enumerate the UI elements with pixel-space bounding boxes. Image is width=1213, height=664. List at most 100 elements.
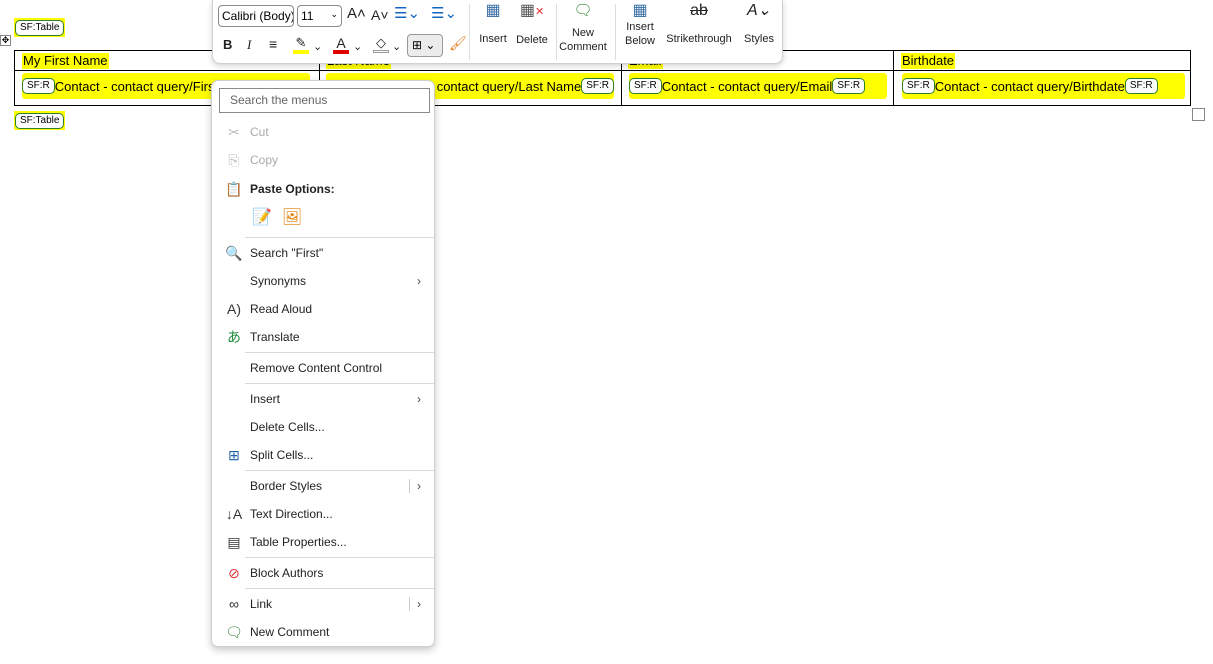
borders-icon: ⊞ [412,38,423,52]
menu-item-split-cells[interactable]: ⊞ Split Cells... [212,442,434,468]
styles-label: Styles [744,33,774,45]
link-icon: ∞ [229,596,239,612]
paste-keep-formatting-icon[interactable]: 📝 [252,207,272,227]
menu-item-label: Table Properties... [250,535,347,549]
table-resize-handle[interactable] [1192,108,1205,121]
center-align-icon[interactable]: ≡ [269,37,277,51]
chevron-right-icon[interactable]: › [417,597,421,611]
font-size-value: 11 [301,9,314,23]
paste-icon: 📋 [225,180,243,197]
font-size-select[interactable]: 11 ⌄ [297,5,342,27]
menu-item-border-styles[interactable]: Border Styles › [212,473,434,499]
row-tag[interactable]: SF:R [832,78,866,94]
menu-item-block-authors[interactable]: ⊘ Block Authors [212,560,434,586]
menu-item-delete-cells[interactable]: Delete Cells... [212,414,434,440]
table-move-handle-icon[interactable]: ✥ [0,35,11,46]
mini-toolbar: Calibri (Body) 11 ⌄ A˄ A˅ ☰⌄ ☰⌄ B I ≡ ✎ … [212,0,783,64]
row-tag[interactable]: SF:R [581,78,614,94]
numbering-icon[interactable]: ☰⌄ [431,6,457,21]
menu-item-label: Synonyms [250,274,307,288]
menu-item-synonyms[interactable]: Synonyms › [212,268,434,294]
insert-label: Insert [479,33,507,45]
content-control-tag[interactable]: SF:Table [15,112,65,129]
menu-separator [245,237,434,238]
split-cells-icon: ⊞ [228,446,240,463]
context-menu: Search the menus ✂ Cut ⎘ Copy 📋 Paste Options… [211,80,435,647]
menu-item-cut[interactable]: ✂ Cut [212,119,434,145]
search-icon: 🔍 [225,244,243,261]
table-properties-icon: ▤ [227,533,241,550]
chevron-right-icon[interactable]: › [417,274,421,288]
menu-search-placeholder: Search the menus [230,93,328,107]
menu-item-label: Cut [250,125,269,139]
header-cell[interactable]: Birthdate [901,53,956,69]
read-aloud-icon: A) [227,301,241,317]
chevron-down-icon[interactable]: ⌄ [353,40,362,54]
menu-item-translate[interactable]: あ Translate [212,324,434,350]
bullets-icon[interactable]: ☰⌄ [394,6,420,21]
menu-item-label: Block Authors [250,566,324,580]
menu-item-new-comment[interactable]: 🗨 New Comment [212,619,434,645]
strikethrough-button[interactable]: ab Strikethrough [662,2,736,46]
font-name-select[interactable]: Calibri (Body) [218,5,294,27]
menu-item-label: Border Styles [250,479,323,493]
row-tag[interactable]: SF:R [1124,78,1158,94]
new-comment-button[interactable]: 🗨 New Comment [556,3,610,54]
new-comment-label: New Comment [559,27,607,53]
shrink-font-icon[interactable]: A˅ [371,8,389,22]
scissors-icon: ✂ [228,123,240,140]
highlight-icon[interactable]: ✎ [293,36,309,54]
chevron-right-icon[interactable]: › [417,479,421,493]
table-end-control[interactable]: SF:Table [14,111,66,130]
header-cell[interactable]: My First Name [22,53,109,69]
copy-icon: ⎘ [228,151,240,168]
chevron-right-icon[interactable]: › [417,392,421,406]
column-divider [893,51,894,105]
styles-icon: A⌄ [746,2,772,19]
menu-item-search-first[interactable]: 🔍 Search "First" [212,240,434,266]
divider [409,597,410,611]
row-tag[interactable]: SF:R [902,78,935,94]
borders-button[interactable]: ⊞ ⌄ [407,34,443,57]
chevron-down-icon[interactable]: ⌄ [313,40,322,54]
menu-item-copy[interactable]: ⎘ Copy [212,147,434,173]
insert-below-label: Insert Below [625,21,655,47]
data-cell[interactable]: SF:R Contact - contact query/Email SF:R [629,73,887,99]
strikethrough-label: Strikethrough [666,33,732,45]
menu-separator [245,557,434,558]
field-text: Contact - contact query/Email [661,78,833,94]
menu-item-remove-content-control[interactable]: Remove Content Control [212,355,434,381]
styles-button[interactable]: A⌄ Styles [739,2,779,46]
row-tag[interactable]: SF:R [629,78,662,94]
shading-icon[interactable]: ◇ [373,36,389,53]
menu-item-label: New Comment [250,625,330,639]
table-start-control[interactable]: SF:Table [14,18,66,37]
menu-item-text-direction[interactable]: ↓A Text Direction... [212,501,434,527]
row-tag[interactable]: SF:R [22,78,55,94]
format-painter-icon[interactable]: 🖌 [449,36,467,50]
menu-item-label: Delete Cells... [250,420,325,434]
italic-icon[interactable]: I [247,38,251,52]
font-color-icon[interactable]: A [333,36,349,54]
menu-separator [245,352,434,353]
data-cell[interactable]: SF:R Contact - contact query/Birthdate SF:… [902,73,1185,99]
delete-button[interactable]: ▦✕ Delete [513,3,551,47]
bold-icon[interactable]: B [223,38,232,52]
menu-item-insert[interactable]: Insert › [212,386,434,412]
insert-below-icon: ▦ [632,2,648,19]
grow-font-icon[interactable]: A˄ [347,6,366,21]
menu-item-link[interactable]: ∞ Link › [212,591,434,617]
chevron-down-icon[interactable]: ⌄ [392,40,401,54]
menu-search-input[interactable]: Search the menus [219,88,430,113]
divider [469,4,470,60]
content-control-tag[interactable]: SF:Table [15,19,65,36]
insert-button[interactable]: ▦ Insert [475,3,511,46]
menu-item-label: Remove Content Control [250,361,383,375]
strikethrough-icon: ab [690,2,708,19]
paste-as-picture-icon[interactable]: 🖼 [282,207,302,227]
menu-item-read-aloud[interactable]: A) Read Aloud [212,296,434,322]
menu-item-table-properties[interactable]: ▤ Table Properties... [212,529,434,555]
block-authors-icon: ⊘ [228,564,240,581]
divider [615,4,616,60]
insert-below-button[interactable]: ▦ Insert Below [619,2,661,48]
